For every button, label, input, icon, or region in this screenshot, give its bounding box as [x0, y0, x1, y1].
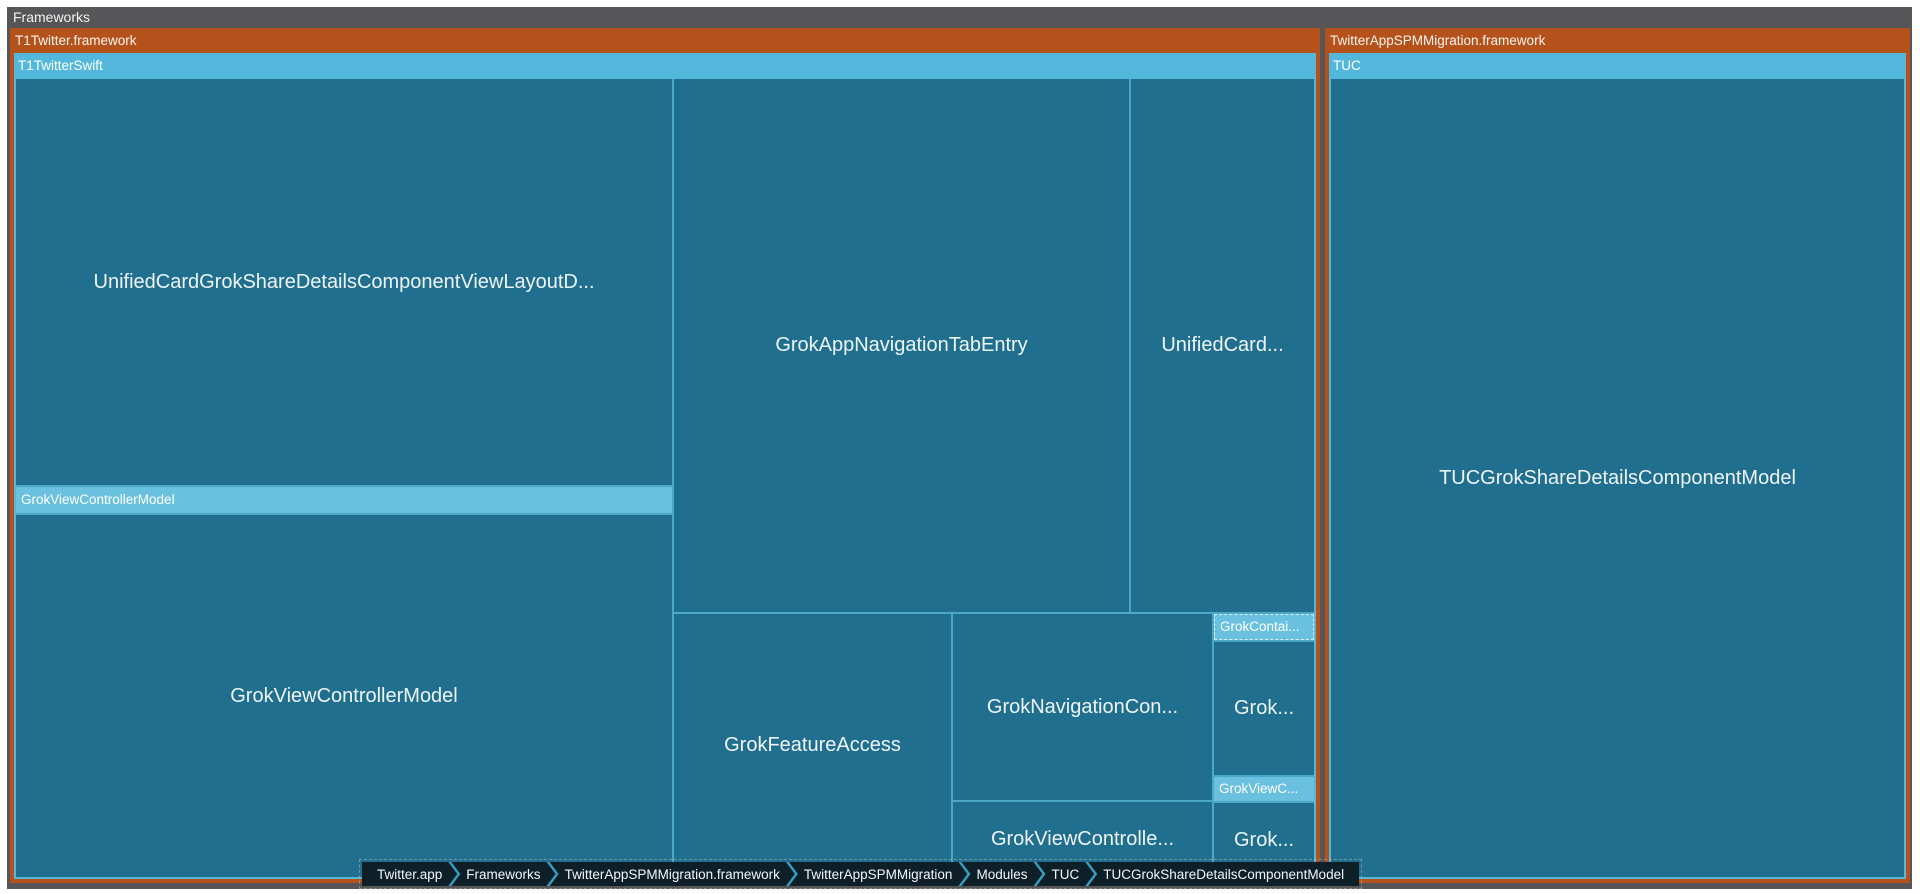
breadcrumb: Twitter.app Frameworks TwitterAppSPMMigr…	[362, 862, 1359, 886]
framework-label-twitterappspmmigration: TwitterAppSPMMigration.framework	[1330, 28, 1905, 53]
module-label-tuc: TUC	[1333, 53, 1902, 79]
node-label: GrokViewControlle...	[983, 828, 1182, 851]
node-grok-feature-access[interactable]: GrokFeatureAccess	[674, 614, 951, 877]
breadcrumb-item-tuc[interactable]: TUC	[1036, 862, 1094, 886]
breadcrumb-item-modules[interactable]: Modules	[961, 862, 1042, 886]
node-label: UnifiedCardGrokShareDetailsComponentView…	[86, 271, 603, 294]
node-grok-view-controller-model[interactable]: GrokViewControllerModel	[16, 515, 672, 877]
node-label: GrokViewControllerModel	[222, 685, 466, 708]
treemap-page: Frameworks T1Twitter.framework T1Twitter…	[0, 0, 1920, 894]
node-label: UnifiedCard...	[1153, 334, 1291, 357]
node-tuc-grok-share-details-component-model[interactable]: TUCGrokShareDetailsComponentModel	[1331, 79, 1904, 877]
framework-group-twitterappspmmigration[interactable]: TwitterAppSPMMigration.framework TUC TUC…	[1325, 28, 1910, 883]
breadcrumb-item-twitterappspmmigration[interactable]: TwitterAppSPMMigration	[789, 862, 968, 886]
module-group-t1twitterswift[interactable]: T1TwitterSwift UnifiedCardGrokShareDetai…	[14, 53, 1316, 879]
node-group-header-grok-vc-model[interactable]: GrokViewControllerModel	[16, 487, 672, 513]
node-grok-navigation-con[interactable]: GrokNavigationCon...	[953, 614, 1212, 800]
framework-label-t1twitter: T1Twitter.framework	[15, 28, 1315, 53]
breadcrumb-item-frameworks[interactable]: Frameworks	[451, 862, 555, 886]
node-grok-container-child[interactable]: Grok...	[1214, 642, 1314, 775]
node-group-header-grok-view-c[interactable]: GrokViewC...	[1214, 777, 1314, 801]
treemap-content-t1twitterswift: UnifiedCardGrokShareDetailsComponentView…	[16, 79, 1314, 877]
node-label: GrokAppNavigationTabEntry	[767, 334, 1035, 357]
frameworks-group-label: Frameworks	[13, 7, 90, 28]
frameworks-group[interactable]: Frameworks T1Twitter.framework T1Twitter…	[7, 7, 1912, 889]
breadcrumb-item-tucgroksharedetailscomponentmodel[interactable]: TUCGrokShareDetailsComponentModel	[1088, 862, 1359, 886]
node-label: GrokFeatureAccess	[716, 734, 909, 757]
module-group-tuc[interactable]: TUC TUCGrokShareDetailsComponentModel	[1329, 53, 1906, 879]
node-unified-card-layout[interactable]: UnifiedCardGrokShareDetailsComponentView…	[16, 79, 672, 485]
breadcrumb-item-twitter-app[interactable]: Twitter.app	[362, 862, 457, 886]
node-group-header-grok-container[interactable]: GrokContai...	[1214, 614, 1314, 640]
treemap-content-tuc: TUCGrokShareDetailsComponentModel	[1331, 79, 1904, 877]
node-label: Grok...	[1226, 697, 1302, 720]
node-label: GrokNavigationCon...	[979, 696, 1186, 719]
node-label: TUCGrokShareDetailsComponentModel	[1431, 467, 1804, 490]
module-label-t1twitterswift: T1TwitterSwift	[18, 53, 1312, 79]
breadcrumb-item-twitterappspmmigration-framework[interactable]: TwitterAppSPMMigration.framework	[550, 862, 795, 886]
node-unified-card[interactable]: UnifiedCard...	[1131, 79, 1314, 612]
node-label: Grok...	[1226, 829, 1302, 852]
framework-group-t1twitter[interactable]: T1Twitter.framework T1TwitterSwift Unifi…	[10, 28, 1320, 883]
node-grok-app-navigation-tab-entry[interactable]: GrokAppNavigationTabEntry	[674, 79, 1129, 612]
